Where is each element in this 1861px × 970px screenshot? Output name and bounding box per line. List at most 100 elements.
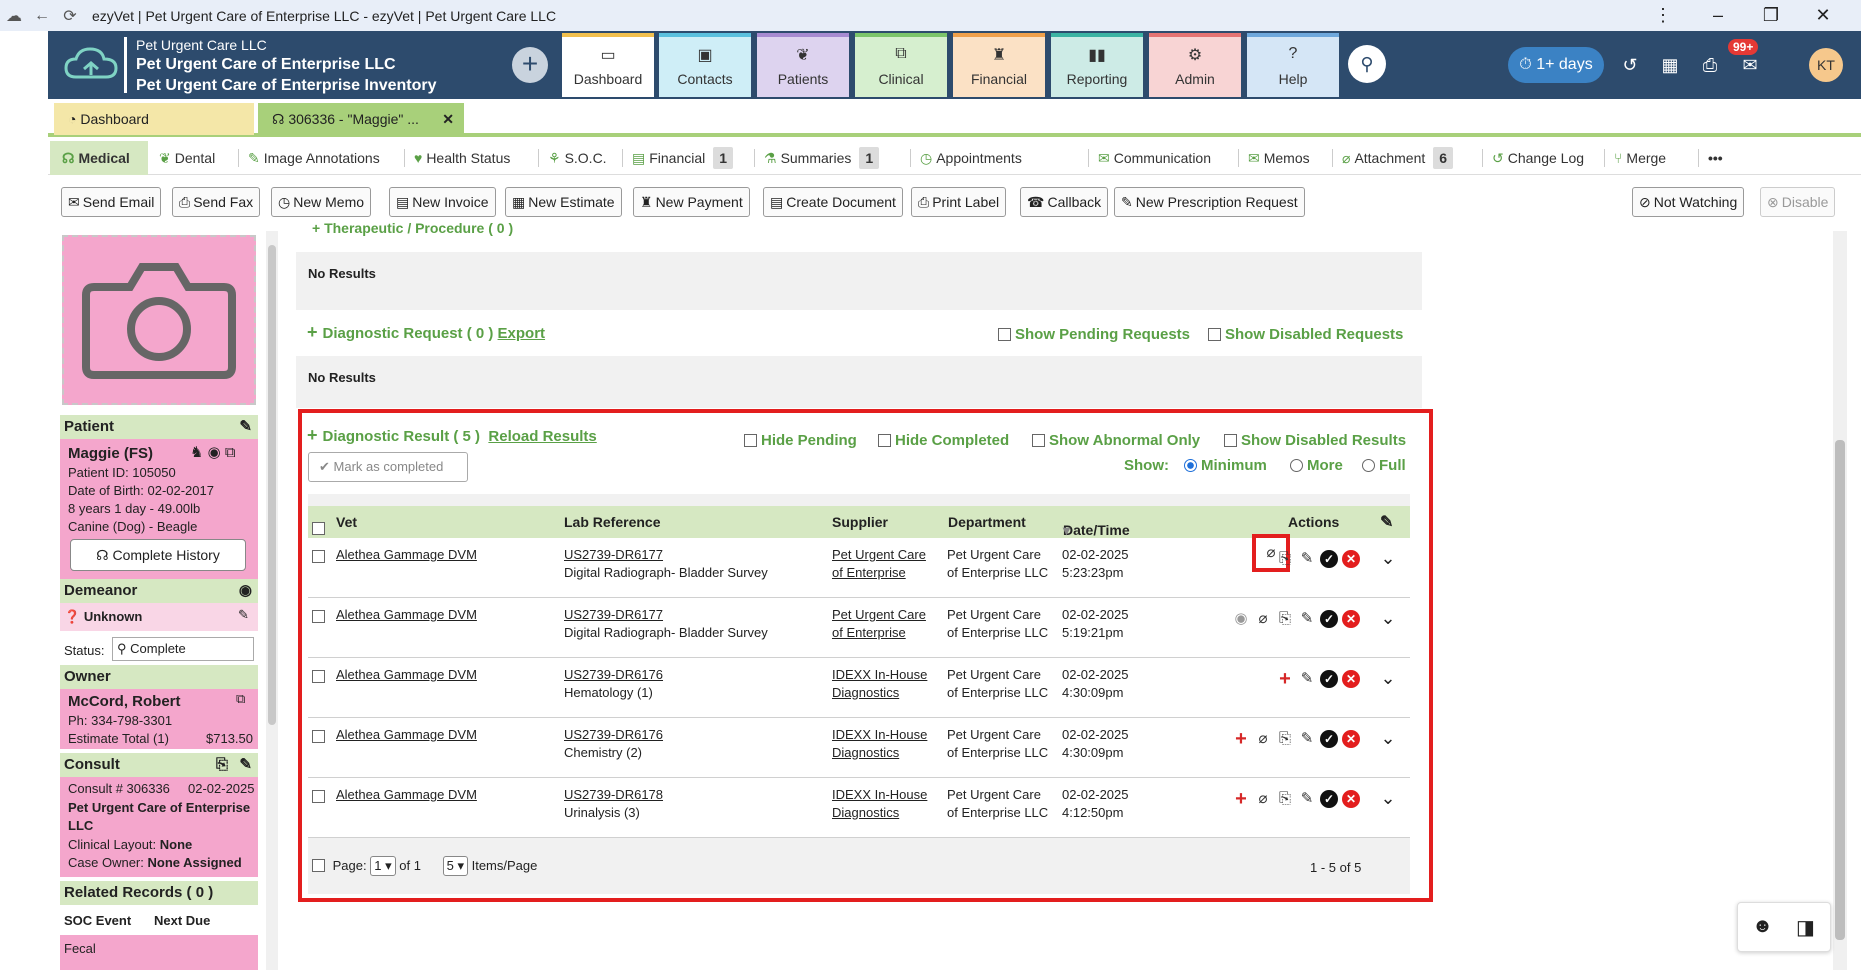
org-clinic-name[interactable]: Pet Urgent Care of Enterprise LLC: [136, 56, 396, 74]
subnav-appointments[interactable]: ◷ Appointments: [920, 141, 1022, 175]
reload-icon[interactable]: ⟳: [56, 6, 84, 26]
clinical-layout: Clinical Layout: None: [68, 837, 193, 852]
bar-chart-icon: ▮▮: [1088, 47, 1106, 64]
subnav-summaries[interactable]: ⚗ Summaries 1: [764, 141, 880, 175]
consult-clinic: Pet Urgent Care of Enterprise LLC: [68, 800, 251, 833]
module-tab-admin[interactable]: ⚙ Admin: [1149, 33, 1241, 97]
edit-icon: ✎: [248, 150, 260, 166]
new-prescription-request-button[interactable]: ✎ New Prescription Request: [1114, 187, 1305, 217]
history-icon[interactable]: ↺: [1616, 51, 1644, 79]
left-edge: [0, 31, 48, 970]
therapeutic-header[interactable]: + Therapeutic / Procedure ( 0 ): [312, 220, 513, 236]
module-tab-patients[interactable]: ❦ Patients: [757, 33, 849, 97]
send-email-button[interactable]: ✉ Send Email: [61, 187, 162, 217]
person-icon[interactable]: ☻: [1752, 915, 1773, 938]
mail-icon[interactable]: ✉: [1736, 51, 1764, 79]
action-toolbar: ✉ Send Email ⎙ Send Fax ◷ New Memo ▤ New Inv…: [48, 181, 1861, 223]
new-memo-button[interactable]: ◷ New Memo: [271, 187, 372, 217]
search-icon: ⚲: [1360, 54, 1374, 74]
module-tab-clinical[interactable]: ⧉ Clinical: [855, 33, 947, 97]
subnav-health-status[interactable]: ♥ Health Status: [414, 141, 510, 175]
module-tab-dashboard[interactable]: ▭ Dashboard: [562, 33, 654, 97]
not-watching-button[interactable]: ⊘ Not Watching: [1632, 187, 1745, 217]
user-avatar[interactable]: KT: [1809, 48, 1843, 82]
calculator-icon[interactable]: ▦: [1656, 51, 1684, 79]
subnav-more-icon[interactable]: •••: [1708, 141, 1723, 175]
export-link[interactable]: Export: [498, 325, 546, 342]
related-records-header[interactable]: Related Records ( 0 ): [60, 881, 258, 905]
close-window-button[interactable]: ✕: [1800, 0, 1846, 31]
external-link-icon[interactable]: ⧉: [236, 691, 245, 707]
owner-section-header: Owner: [60, 665, 258, 689]
subnav-soc[interactable]: ⚘ S.O.C.: [548, 141, 607, 175]
tab-patient-record[interactable]: ☊ 306336 - "Maggie" ... ✕: [258, 103, 464, 135]
minimize-button[interactable]: –: [1695, 0, 1741, 31]
pdf-icon[interactable]: ⎘: [216, 753, 228, 777]
patient-photo[interactable]: [62, 235, 256, 405]
ezyvet-cloud-logo-icon[interactable]: [62, 43, 122, 87]
subnav-financial[interactable]: ▤ Financial 1: [632, 141, 734, 175]
close-tab-icon[interactable]: ✕: [442, 103, 454, 135]
edit-pencil-icon[interactable]: ✎: [239, 753, 252, 777]
printer-icon: ⎙: [918, 194, 930, 210]
kebab-menu-icon[interactable]: ⋮: [1640, 0, 1686, 31]
dashboard-gauge-icon: ◔: [68, 111, 81, 127]
main-scroll-thumb[interactable]: [1835, 440, 1845, 940]
new-estimate-button[interactable]: ▦ New Estimate: [505, 187, 622, 217]
new-payment-button[interactable]: ♜ New Payment: [633, 187, 750, 217]
module-tab-financial[interactable]: ♜ Financial: [953, 33, 1045, 97]
soc-event-fecal: Fecal: [64, 941, 96, 956]
side-panel-icon[interactable]: ◨: [1796, 915, 1815, 940]
subnav-attachment[interactable]: ⌀ Attachment 6: [1342, 141, 1454, 175]
show-pending-requests-checkbox[interactable]: Show Pending Requests: [998, 326, 1190, 343]
restore-button[interactable]: ❐: [1748, 0, 1794, 31]
next-due-column: Next Due: [154, 913, 211, 928]
subnav-memos[interactable]: ✉ Memos: [1248, 141, 1310, 175]
subnav-dental[interactable]: ❦ Dental: [159, 141, 215, 175]
patient-name[interactable]: Maggie (FS): [68, 445, 153, 462]
complete-history-button[interactable]: ☊ Complete History: [70, 539, 246, 571]
disable-button[interactable]: ⊗ Disable: [1760, 187, 1836, 217]
show-disabled-requests-checkbox[interactable]: Show Disabled Requests: [1208, 326, 1403, 343]
subnav-divider: [1698, 149, 1699, 167]
stethoscope-icon: ☊: [272, 111, 289, 127]
owner-block: McCord, Robert ⧉ Ph: 334-798-3301 Estima…: [60, 689, 258, 749]
printer-icon[interactable]: ⎙: [1696, 51, 1724, 79]
owner-name[interactable]: McCord, Robert: [68, 693, 181, 710]
sidebar-scroll-thumb[interactable]: [268, 245, 276, 725]
soc-icon: ⚘: [548, 150, 561, 166]
search-button[interactable]: ⚲: [1348, 45, 1386, 83]
module-tab-contacts[interactable]: ▣ Contacts: [659, 33, 751, 97]
send-fax-button[interactable]: ⎙ Send Fax: [172, 187, 261, 217]
diagnostic-request-header[interactable]: + Diagnostic Request ( 0 ) Export: [307, 322, 545, 343]
module-tab-help[interactable]: ? Help: [1247, 33, 1339, 97]
timer-button[interactable]: ⏱ 1+ days: [1508, 47, 1604, 83]
subnav-image-annotations[interactable]: ✎ Image Annotations: [248, 141, 380, 175]
app-cloud-icon: ☁: [6, 7, 22, 25]
subnav-medical[interactable]: ☊ Medical: [50, 141, 148, 175]
edit-pencil-icon[interactable]: ✎: [238, 607, 249, 623]
no-results-text: No Results: [308, 370, 376, 385]
eye-icon[interactable]: ◉: [239, 579, 252, 603]
subnav-merge[interactable]: ⑂ Merge: [1614, 141, 1666, 175]
notification-badge: 99+: [1728, 39, 1759, 55]
subnav-communication[interactable]: ✉ Communication: [1098, 141, 1211, 175]
create-document-button[interactable]: ▤ Create Document: [763, 187, 903, 217]
print-label-button[interactable]: ⎙ Print Label: [911, 187, 1007, 217]
patient-species: Canine (Dog) - Beagle: [68, 519, 198, 534]
quick-add-button[interactable]: +: [512, 47, 548, 83]
window-titlebar: ☁ ← ⟳ ezyVet | Pet Urgent Care of Enterp…: [0, 0, 1861, 31]
back-icon[interactable]: ←: [28, 7, 56, 25]
subnav-change-log[interactable]: ↺ Change Log: [1492, 141, 1584, 175]
status-field[interactable]: ⚲ Complete: [112, 637, 254, 661]
callback-button[interactable]: ☎ Callback: [1020, 187, 1109, 217]
org-inventory-name[interactable]: Pet Urgent Care of Enterprise Inventory: [136, 77, 437, 95]
patient-action-icons[interactable]: ♞ ◉ ⧉: [190, 443, 236, 461]
eye-slash-icon: ⊘: [1639, 194, 1651, 210]
subnav-divider: [1482, 149, 1483, 167]
tab-dashboard[interactable]: ◔ Dashboard: [54, 103, 254, 135]
subnav-divider: [910, 149, 911, 167]
module-tab-reporting[interactable]: ▮▮ Reporting: [1051, 33, 1143, 97]
new-invoice-button[interactable]: ▤ New Invoice: [389, 187, 496, 217]
edit-pencil-icon[interactable]: ✎: [239, 415, 252, 439]
